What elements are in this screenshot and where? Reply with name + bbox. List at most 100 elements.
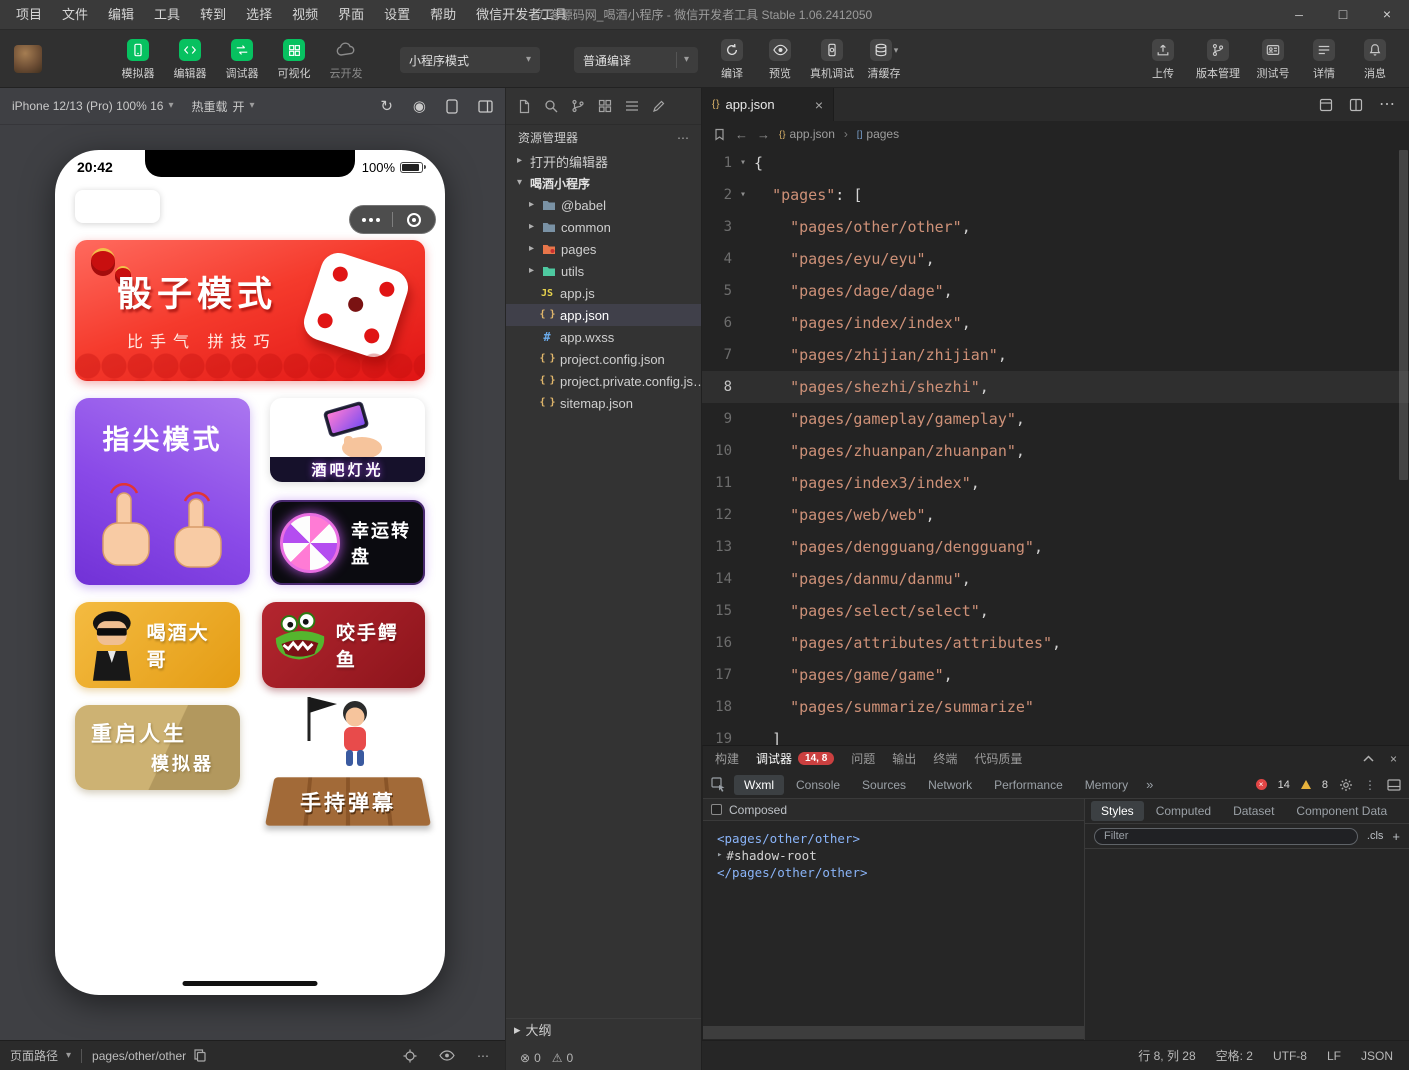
tree-folder-pages[interactable]: pages [506,238,701,260]
tab-styles[interactable]: Styles [1091,801,1144,821]
style-filter-input[interactable] [1094,828,1358,845]
code-line[interactable]: 14 "pages/danmu/danmu", [702,563,1409,595]
menu-item-goto[interactable]: 转到 [190,0,236,29]
preview-button[interactable]: 预览 [762,39,798,81]
menu-item-select[interactable]: 选择 [236,0,282,29]
nav-forward-icon[interactable] [757,128,770,141]
tile-fingertip-mode[interactable]: 指尖模式 [75,398,250,585]
chevron-down-icon[interactable] [66,1051,71,1061]
warning-count[interactable]: 8 [1322,779,1328,791]
cls-toggle[interactable]: .cls [1367,830,1384,842]
messages-button[interactable]: 消息 [1357,39,1393,81]
tree-file-app-json[interactable]: app.json [506,304,701,326]
code-line[interactable]: 6 "pages/index/index", [702,307,1409,339]
minimize-button[interactable] [1277,0,1321,30]
tab-problems[interactable]: 问题 [851,750,875,767]
tab-computed[interactable]: Computed [1146,801,1221,821]
code-line[interactable]: 11 "pages/index3/index", [702,467,1409,499]
horizontal-scrollbar[interactable] [703,1026,1084,1039]
visual-toggle-button[interactable]: 可视化 [276,39,312,81]
outline-list-icon[interactable] [625,100,639,112]
breadcrumb-file[interactable]: app.json [779,127,835,141]
code-line[interactable]: 18 "pages/summarize/summarize" [702,691,1409,723]
mode-select[interactable]: 小程序模式 [400,47,540,73]
code-line[interactable]: 19 ] [702,723,1409,745]
tile-dice-mode[interactable]: 骰子模式 比手气 拼技巧 [75,240,425,381]
tab-code-quality[interactable]: 代码质量 [974,750,1022,767]
tile-lucky-wheel[interactable]: 幸运转盘 [270,500,425,585]
simulator-toggle-button[interactable]: 模拟器 [120,39,156,81]
menu-item-project[interactable]: 项目 [6,0,52,29]
device-frame-icon[interactable] [446,99,458,114]
tab-build[interactable]: 构建 [715,750,739,767]
tree-folder-babel[interactable]: @babel [506,194,701,216]
upload-button[interactable]: 上传 [1145,39,1181,81]
close-tab-icon[interactable] [815,98,823,112]
indentation[interactable]: 空格: 2 [1216,1047,1253,1064]
code-line-current[interactable]: 8 "pages/shezhi/shezhi", [702,371,1409,403]
composed-checkbox[interactable] [711,804,722,815]
tree-open-editors[interactable]: 打开的编辑器 [506,150,701,172]
tile-handheld-danmu[interactable]: 手持弹幕 [268,695,428,830]
mini-program-capsule[interactable] [349,205,436,234]
tile-restart-life[interactable]: 重启人生 模拟器 [75,705,240,790]
tab-output[interactable]: 输出 [892,750,916,767]
dock-panel-icon[interactable] [1387,779,1401,791]
devtools-tab-network[interactable]: Network [918,775,982,795]
cloud-dev-button[interactable]: 云开发 [328,39,364,81]
page-path-value[interactable]: pages/other/other [92,1049,186,1063]
menu-item-help[interactable]: 帮助 [420,0,466,29]
home-indicator[interactable] [183,981,318,986]
device-debug-button[interactable]: 真机调试 [810,39,854,81]
scrollbar-thumb[interactable] [1399,150,1408,480]
code-line[interactable]: 3 "pages/other/other", [702,211,1409,243]
gear-icon[interactable] [1339,778,1353,792]
menu-item-edit[interactable]: 编辑 [98,0,144,29]
tile-bar-light[interactable]: 酒吧灯光 [270,398,425,482]
more-icon[interactable] [1379,97,1395,113]
code-line[interactable]: 2 "pages": [ [702,179,1409,211]
devtools-tab-performance[interactable]: Performance [984,775,1073,795]
devtools-tab-wxml[interactable]: Wxml [734,775,784,795]
page-path-label[interactable]: 页面路径 [10,1047,58,1064]
close-button[interactable] [1365,0,1409,30]
breadcrumb-node[interactable]: pages [857,127,899,141]
maximize-button[interactable] [1321,0,1365,30]
menu-item-tools[interactable]: 工具 [144,0,190,29]
eye-icon[interactable] [439,1050,455,1061]
code-area[interactable]: 1{ 2 "pages": [ 3 "pages/other/other", 4… [702,147,1409,745]
tree-file-project-private-config[interactable]: project.private.config.js… [506,370,701,392]
record-icon[interactable] [413,99,426,114]
tab-component-data[interactable]: Component Data [1286,801,1397,821]
fold-icon[interactable] [732,190,754,200]
tab-debugger[interactable]: 调试器14, 8 [756,750,834,767]
code-line[interactable]: 13 "pages/dengguang/dengguang", [702,531,1409,563]
more-tabs-icon[interactable]: » [1140,777,1159,792]
theme-pen-icon[interactable] [652,100,665,113]
close-capsule-icon[interactable] [393,213,435,227]
more-icon[interactable] [477,1050,489,1062]
devtools-tab-console[interactable]: Console [786,775,850,795]
wxml-shadow-root[interactable]: #shadow-root [717,847,1070,864]
nav-back-icon[interactable] [735,128,748,141]
clear-cache-button[interactable]: 清缓存 [866,39,902,81]
tree-file-project-config[interactable]: project.config.json [506,348,701,370]
eol[interactable]: LF [1327,1049,1341,1063]
code-line[interactable]: 1{ [702,147,1409,179]
more-icon[interactable] [677,132,689,144]
wxml-close-tag[interactable]: </pages/other/other> [717,864,1070,881]
details-button[interactable]: 详情 [1306,39,1342,81]
test-account-button[interactable]: 测试号 [1255,39,1291,81]
refresh-icon[interactable] [380,99,393,114]
files-icon[interactable] [517,99,531,114]
tree-project-root[interactable]: 喝酒小程序 [506,172,701,194]
tab-terminal[interactable]: 终端 [933,750,957,767]
more-menu-icon[interactable] [350,218,392,222]
extensions-icon[interactable] [598,99,612,113]
inspect-icon[interactable] [711,777,726,792]
code-line[interactable]: 4 "pages/eyu/eyu", [702,243,1409,275]
code-line[interactable]: 12 "pages/web/web", [702,499,1409,531]
editor-toggle-button[interactable]: 编辑器 [172,39,208,81]
tab-app-json[interactable]: app.json [702,88,834,121]
debugger-toggle-button[interactable]: 调试器 [224,39,260,81]
